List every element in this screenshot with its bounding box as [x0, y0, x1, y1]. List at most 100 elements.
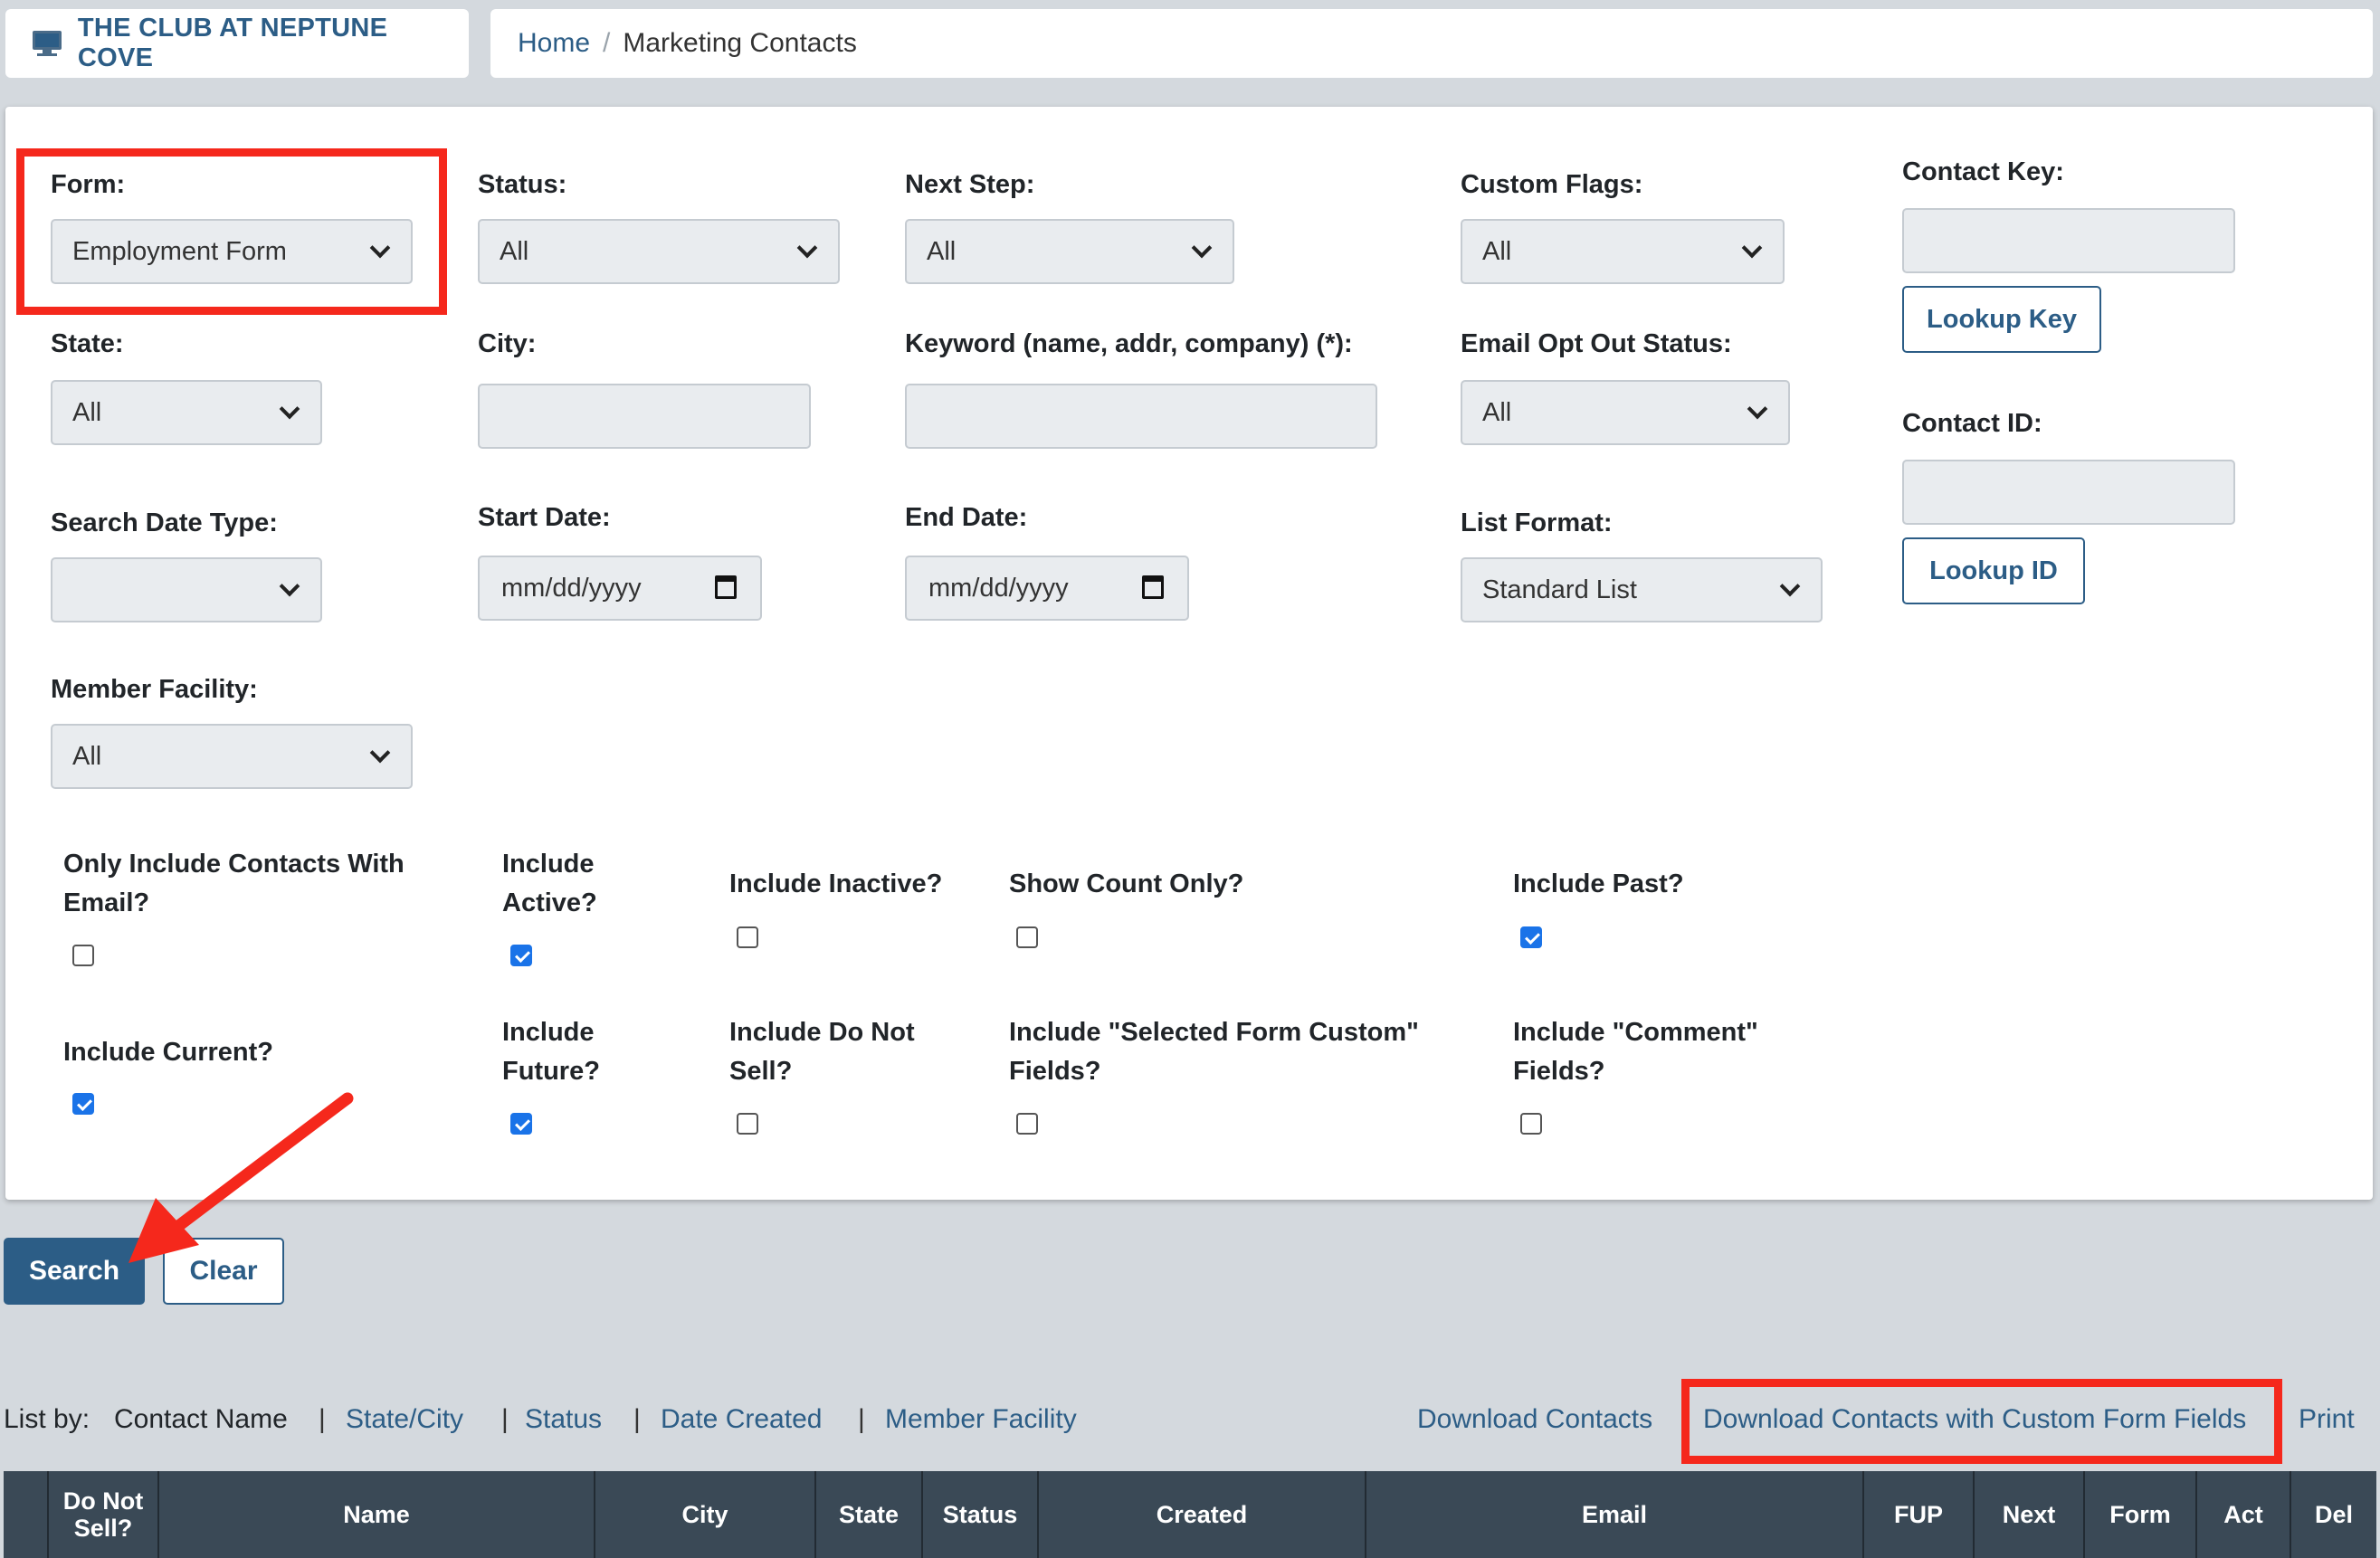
form-highlight-box: [16, 148, 447, 315]
include-comment-fields-checkbox[interactable]: [1520, 1113, 1542, 1135]
status-select-value: All: [500, 236, 529, 266]
list-by-member-facility-link[interactable]: Member Facility: [885, 1404, 1077, 1435]
include-future-checkbox[interactable]: [510, 1113, 532, 1135]
contact-id-input[interactable]: [1902, 460, 2235, 525]
include-inactive-label: Include Inactive?: [729, 869, 943, 898]
list-format-select-value: Standard List: [1482, 575, 1637, 604]
keyword-label: Keyword (name, addr, company) (*):: [905, 329, 1353, 358]
end-date-input[interactable]: mm/dd/yyyy: [905, 556, 1189, 621]
col-select[interactable]: [4, 1471, 49, 1558]
col-status[interactable]: Status: [923, 1471, 1039, 1558]
email-opt-out-label: Email Opt Out Status:: [1461, 329, 1732, 358]
lookup-key-button[interactable]: Lookup Key: [1902, 286, 2101, 353]
chevron-down-icon: [369, 742, 391, 764]
start-date-input[interactable]: mm/dd/yyyy: [478, 556, 762, 621]
breadcrumb-home-link[interactable]: Home: [518, 28, 590, 59]
contact-key-input[interactable]: [1902, 208, 2235, 273]
next-step-label: Next Step:: [905, 170, 1035, 199]
status-label: Status:: [478, 170, 567, 199]
download-contacts-link[interactable]: Download Contacts: [1417, 1404, 1652, 1435]
breadcrumb: Home / Marketing Contacts: [490, 9, 2373, 78]
results-table-header: Do Not Sell? Name City State Status Crea…: [4, 1471, 2376, 1558]
include-current-checkbox[interactable]: [72, 1093, 94, 1115]
col-next[interactable]: Next: [1975, 1471, 2085, 1558]
include-active-label: Include Active?: [502, 850, 597, 917]
chevron-down-icon: [279, 575, 300, 597]
col-do-not-sell[interactable]: Do Not Sell?: [49, 1471, 159, 1558]
list-by-separator: |: [501, 1404, 509, 1434]
include-active-checkbox[interactable]: [510, 945, 532, 966]
col-state[interactable]: State: [816, 1471, 923, 1558]
chevron-down-icon: [1779, 575, 1801, 597]
brand-title[interactable]: THE CLUB AT NEPTUNE COVE: [78, 14, 469, 73]
calendar-icon[interactable]: [1142, 575, 1164, 599]
state-label: State:: [51, 329, 124, 358]
include-do-not-sell-label: Include Do Not Sell?: [729, 1018, 915, 1086]
keyword-input[interactable]: [905, 384, 1377, 449]
chevron-down-icon: [279, 398, 300, 420]
custom-flags-select-value: All: [1482, 236, 1512, 266]
include-past-label: Include Past?: [1513, 869, 1684, 898]
search-date-type-select[interactable]: [51, 557, 322, 622]
city-input[interactable]: [478, 384, 811, 449]
include-future-label: Include Future?: [502, 1018, 600, 1086]
chevron-down-icon: [1747, 398, 1768, 420]
list-by-state-city-link[interactable]: State/City: [346, 1404, 463, 1435]
next-step-select[interactable]: All: [905, 219, 1234, 284]
email-opt-out-select[interactable]: All: [1461, 380, 1790, 445]
end-date-placeholder: mm/dd/yyyy: [928, 573, 1069, 603]
col-del[interactable]: Del: [2291, 1471, 2376, 1558]
list-by-date-created-link[interactable]: Date Created: [661, 1404, 822, 1435]
col-name[interactable]: Name: [159, 1471, 595, 1558]
include-comment-fields-label: Include "Comment" Fields?: [1513, 1018, 1758, 1086]
start-date-placeholder: mm/dd/yyyy: [501, 573, 642, 603]
print-link[interactable]: Print: [2299, 1404, 2355, 1435]
breadcrumb-current: Marketing Contacts: [623, 28, 857, 58]
include-do-not-sell-checkbox[interactable]: [737, 1113, 758, 1135]
include-current-label: Include Current?: [63, 1038, 274, 1067]
chevron-down-icon: [1741, 237, 1763, 259]
custom-flags-label: Custom Flags:: [1461, 170, 1643, 199]
breadcrumb-separator: /: [603, 28, 611, 58]
show-count-only-label: Show Count Only?: [1009, 869, 1244, 898]
list-by-separator: |: [633, 1404, 641, 1434]
member-facility-select-value: All: [72, 741, 102, 771]
member-facility-select[interactable]: All: [51, 724, 413, 789]
email-opt-out-select-value: All: [1482, 397, 1512, 427]
lookup-id-button[interactable]: Lookup ID: [1902, 537, 2085, 604]
list-by-separator: |: [858, 1404, 865, 1434]
list-format-select[interactable]: Standard List: [1461, 557, 1823, 622]
col-act[interactable]: Act: [2197, 1471, 2291, 1558]
include-inactive-checkbox[interactable]: [737, 926, 758, 948]
col-form[interactable]: Form: [2085, 1471, 2197, 1558]
show-count-only-checkbox[interactable]: [1016, 926, 1038, 948]
include-custom-fields-label: Include "Selected Form Custom" Fields?: [1009, 1018, 1419, 1086]
custom-flags-select[interactable]: All: [1461, 219, 1785, 284]
calendar-icon[interactable]: [715, 575, 737, 599]
contact-key-label: Contact Key:: [1902, 157, 2064, 186]
list-by-separator: |: [319, 1404, 326, 1434]
chevron-down-icon: [796, 237, 818, 259]
status-select[interactable]: All: [478, 219, 840, 284]
list-by-status-link[interactable]: Status: [525, 1404, 602, 1435]
list-by-label: List by:: [4, 1404, 90, 1434]
start-date-label: Start Date:: [478, 503, 611, 532]
col-city[interactable]: City: [595, 1471, 816, 1558]
next-step-select-value: All: [927, 236, 957, 266]
end-date-label: End Date:: [905, 503, 1028, 532]
include-custom-fields-checkbox[interactable]: [1016, 1113, 1038, 1135]
member-facility-label: Member Facility:: [51, 675, 258, 704]
brand-bar[interactable]: THE CLUB AT NEPTUNE COVE: [5, 9, 469, 78]
contact-id-label: Contact ID:: [1902, 409, 2042, 438]
state-select[interactable]: All: [51, 380, 322, 445]
state-select-value: All: [72, 397, 102, 427]
col-fup[interactable]: FUP: [1864, 1471, 1975, 1558]
city-label: City:: [478, 329, 537, 358]
list-format-label: List Format:: [1461, 508, 1613, 537]
only-email-checkbox[interactable]: [72, 945, 94, 966]
col-created[interactable]: Created: [1039, 1471, 1366, 1558]
download-highlight-box: [1681, 1379, 2282, 1464]
include-past-checkbox[interactable]: [1520, 926, 1542, 948]
col-email[interactable]: Email: [1366, 1471, 1864, 1558]
annotation-arrow-icon: [129, 1092, 354, 1263]
